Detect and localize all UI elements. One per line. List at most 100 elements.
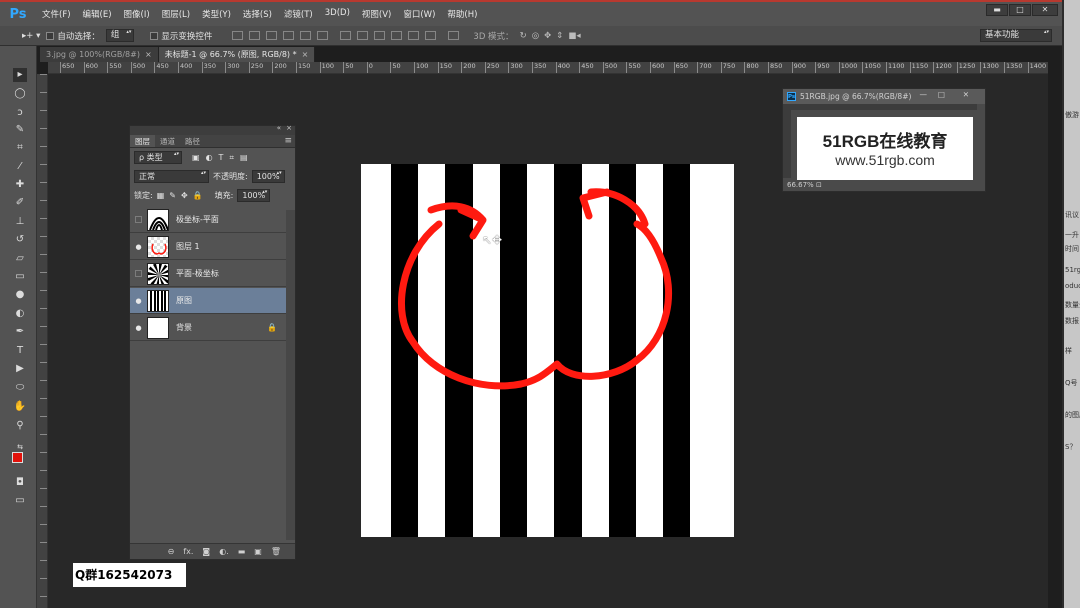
path-select-tool-icon[interactable]: ▶ [13, 362, 27, 376]
menu-item[interactable]: 窗口(W) [397, 8, 441, 20]
show-transform-checkbox[interactable]: 显示变换控件 [150, 30, 212, 42]
filter-shape-icon[interactable]: ⌗ [229, 153, 234, 163]
tab-3-jpg[interactable]: 3.jpg @ 100%(RGB/8#) × [40, 47, 159, 62]
maximize-button[interactable]: □ [1009, 4, 1031, 16]
close-button[interactable]: ✕ [1032, 4, 1058, 16]
quick-select-tool-icon[interactable]: ✎ [13, 123, 27, 137]
crop-tool-icon[interactable]: ⌗ [13, 141, 27, 155]
image-canvas[interactable] [361, 164, 734, 537]
screen-mode-icon[interactable]: ▭ [13, 494, 27, 508]
auto-align-icon[interactable] [448, 31, 460, 40]
quick-mask-icon[interactable]: ◘ [13, 476, 27, 490]
drag-3d-icon[interactable]: ✥ [544, 31, 551, 41]
lock-pixels-icon[interactable]: ✎ [169, 191, 176, 200]
filter-type-dropdown[interactable]: ρ 类型 [134, 151, 182, 164]
move-tool-icon[interactable]: ▸ [13, 68, 27, 82]
stamp-tool-icon[interactable]: ⊥ [13, 215, 27, 229]
distribute-bottom-icon[interactable] [374, 31, 386, 40]
layer-row[interactable]: 平面-极坐标 [130, 261, 287, 287]
lock-all-icon[interactable]: 🔒 [193, 191, 203, 200]
eraser-tool-icon[interactable]: ▱ [13, 252, 27, 266]
new-layer-icon[interactable]: ▣ [254, 547, 262, 556]
rotate-3d-icon[interactable]: ↻ [520, 31, 527, 41]
lock-icon[interactable]: 🔒 [267, 323, 277, 332]
gradient-tool-icon[interactable]: ▭ [13, 270, 27, 284]
align-bottom-icon[interactable] [266, 31, 278, 40]
minimize-button[interactable]: ▬ [986, 4, 1008, 16]
distribute-right-icon[interactable] [425, 31, 437, 40]
window-close-icon[interactable]: ✕ [963, 90, 969, 99]
eye-icon[interactable]: ● [130, 297, 147, 305]
roll-3d-icon[interactable]: ◎ [532, 31, 539, 41]
blend-mode-dropdown[interactable]: 正常 [134, 170, 209, 183]
window-titlebar[interactable]: Ps 51RGB.jpg @ 66.7%(RGB/8#) — □ ✕ [783, 89, 985, 104]
folder-icon[interactable]: ▬ [238, 547, 246, 556]
align-top-icon[interactable] [232, 31, 244, 40]
layer-row[interactable]: ● 原图 [130, 288, 287, 314]
history-brush-tool-icon[interactable]: ↺ [13, 233, 27, 247]
auto-select-dropdown[interactable]: 组 [105, 29, 135, 42]
filter-pixel-icon[interactable]: ▣ [192, 153, 200, 163]
menu-item[interactable]: 3D(D) [319, 8, 356, 20]
eye-icon[interactable]: ● [130, 243, 147, 251]
menu-item[interactable]: 类型(Y) [196, 8, 237, 20]
type-tool-icon[interactable]: T [13, 344, 27, 358]
workspace-dropdown[interactable]: 基本功能 [980, 29, 1052, 42]
distribute-left-icon[interactable] [391, 31, 403, 40]
distribute-vcenter-icon[interactable] [357, 31, 369, 40]
scale-3d-icon[interactable]: ■◂ [568, 31, 580, 41]
healing-tool-icon[interactable]: ✚ [13, 178, 27, 192]
lock-transparent-icon[interactable]: ▦ [157, 191, 165, 200]
vertical-ruler[interactable] [37, 74, 48, 608]
filter-adjust-icon[interactable]: ◐ [206, 153, 213, 163]
brush-tool-icon[interactable]: ✐ [13, 196, 27, 210]
tab-paths[interactable]: 路径 [180, 135, 205, 147]
tab-close-icon[interactable]: × [145, 50, 152, 59]
dodge-tool-icon[interactable]: ◐ [13, 307, 27, 321]
eye-icon[interactable]: ● [130, 324, 147, 332]
tab-close-icon[interactable]: × [302, 50, 309, 59]
layer-row[interactable]: ● 背景 🔒 [130, 315, 287, 341]
mask-icon[interactable]: ◙ [202, 547, 210, 556]
distribute-hcenter-icon[interactable] [408, 31, 420, 40]
tab-channels[interactable]: 通道 [155, 135, 180, 147]
marquee-tool-icon[interactable]: ◯ [13, 87, 27, 101]
floating-document-window[interactable]: Ps 51RGB.jpg @ 66.7%(RGB/8#) — □ ✕ 51RGB… [782, 88, 986, 192]
lock-position-icon[interactable]: ✥ [181, 191, 188, 200]
align-vcenter-icon[interactable] [249, 31, 261, 40]
layer-row[interactable]: ● 图层 1 [130, 234, 287, 260]
align-left-icon[interactable] [283, 31, 295, 40]
status-arrow-icon[interactable]: ⊡ [816, 181, 822, 189]
distribute-top-icon[interactable] [340, 31, 352, 40]
zoom-tool-icon[interactable]: ⚲ [13, 419, 27, 433]
window-canvas[interactable]: 51RGB在线教育 www.51rgb.com [797, 117, 973, 180]
align-hcenter-icon[interactable] [300, 31, 312, 40]
pen-tool-icon[interactable]: ✒ [13, 325, 27, 339]
tab-untitled-1[interactable]: 未标题-1 @ 66.7% (原图, RGB/8) * × [158, 47, 316, 62]
fx-icon[interactable]: fx. [183, 547, 193, 556]
auto-select-checkbox[interactable]: 自动选择： [46, 30, 100, 42]
menu-item[interactable]: 视图(V) [356, 8, 397, 20]
window-minimize-icon[interactable]: — [920, 90, 928, 99]
collapse-panel-icon[interactable]: « [277, 124, 281, 132]
menu-item[interactable]: 文件(F) [36, 8, 77, 20]
horizontal-ruler[interactable]: 650 600 550 500 450 400 350 300 250 200 150 100 50 0 5… [48, 62, 1048, 74]
tab-layers[interactable]: 图层 [130, 135, 155, 147]
swap-colors-icon[interactable]: ⇆ [13, 440, 27, 454]
panel-menu-icon[interactable]: ≡ [284, 135, 295, 147]
blur-tool-icon[interactable]: ● [13, 288, 27, 302]
move-tool-preset-icon[interactable]: ▸+ ▾ [22, 31, 40, 41]
menu-item[interactable]: 帮助(H) [441, 8, 483, 20]
align-right-icon[interactable] [317, 31, 329, 40]
filter-smart-icon[interactable]: ▤ [240, 153, 248, 163]
slide-3d-icon[interactable]: ⇕ [556, 31, 563, 41]
zoom-value[interactable]: 66.67% [787, 181, 814, 189]
panel-header[interactable]: « × [130, 124, 295, 135]
hand-tool-icon[interactable]: ✋ [13, 400, 27, 414]
filter-type-icon[interactable]: T [219, 153, 224, 163]
visibility-toggle[interactable] [135, 270, 142, 277]
lasso-tool-icon[interactable]: ↄ [13, 106, 27, 120]
menu-item[interactable]: 选择(S) [237, 8, 278, 20]
visibility-toggle[interactable] [135, 216, 142, 223]
menu-item[interactable]: 图层(L) [156, 8, 196, 20]
